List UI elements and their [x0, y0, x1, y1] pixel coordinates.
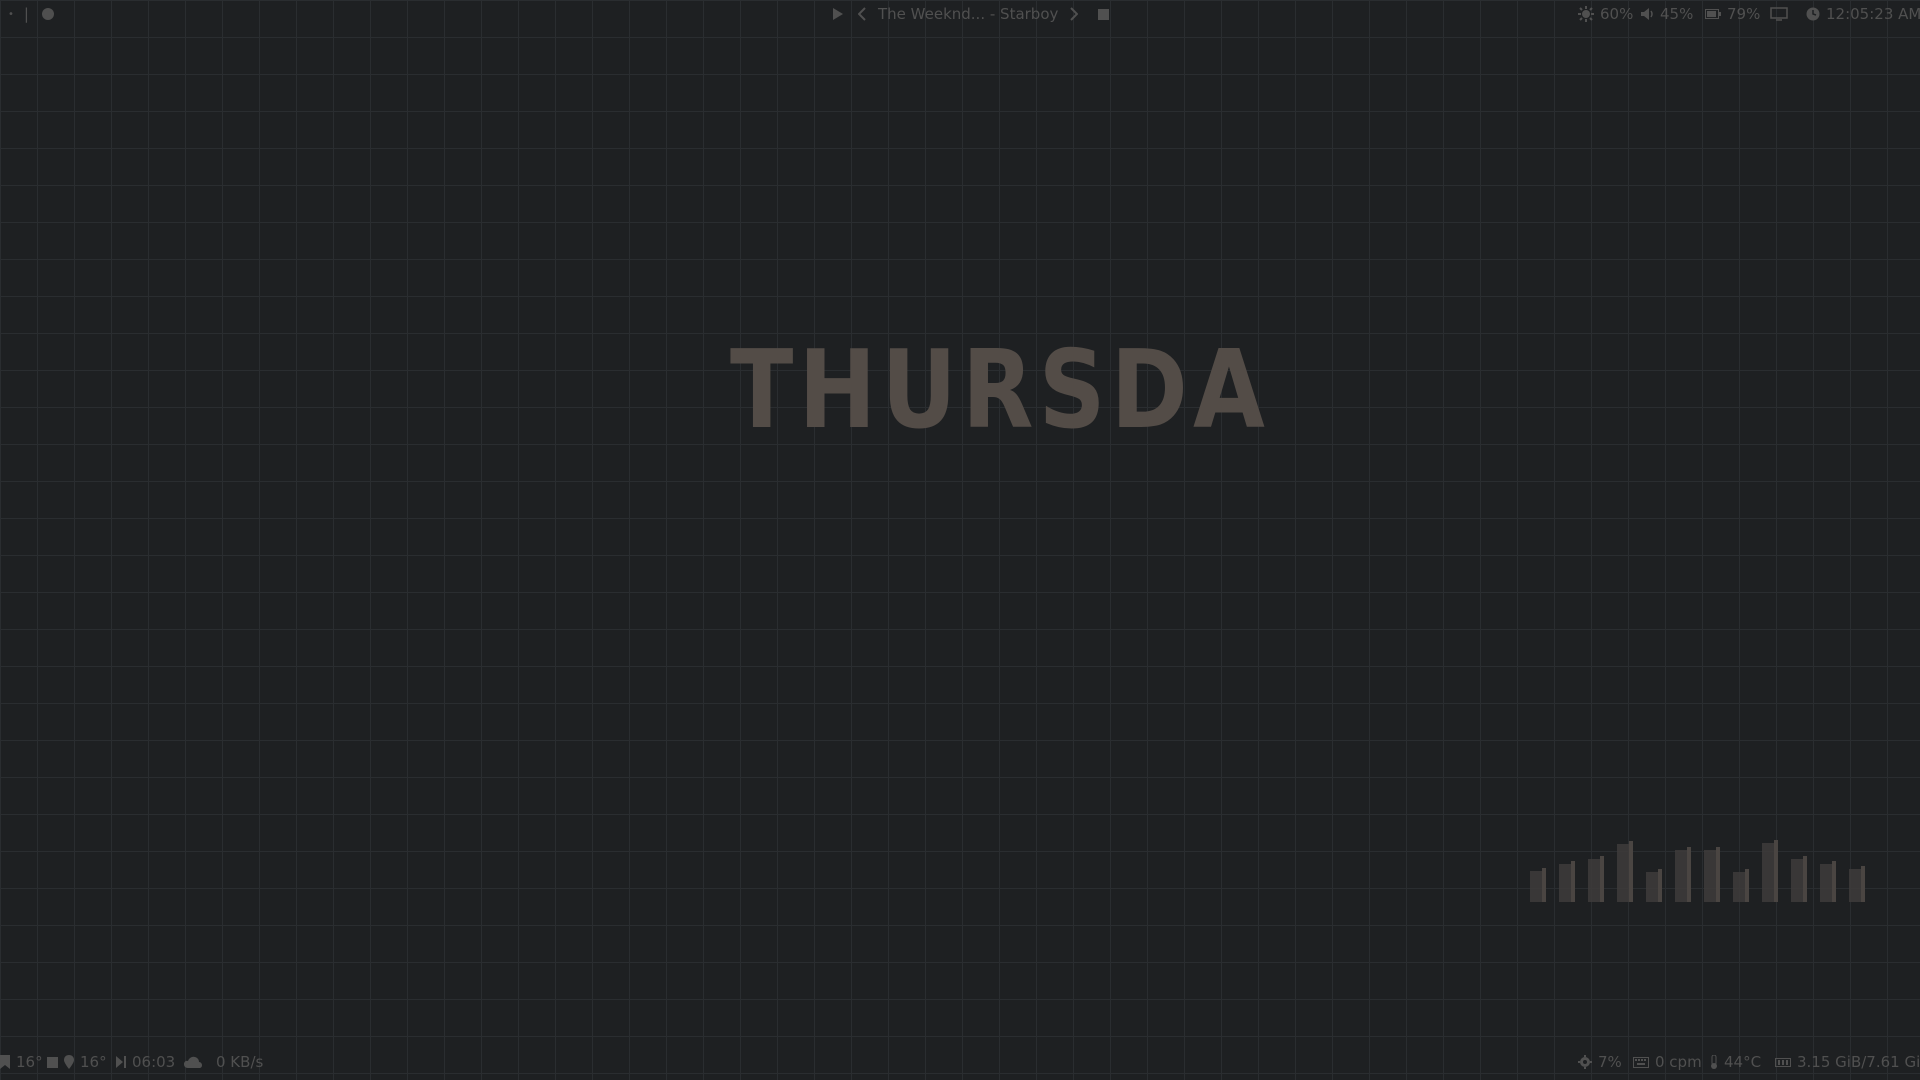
- visualizer-bar: [1675, 847, 1691, 902]
- cpu-temperature: 44°C: [1710, 1048, 1761, 1076]
- play-icon[interactable]: [832, 7, 844, 21]
- workspace-dot-icon[interactable]: [41, 7, 55, 21]
- battery-indicator[interactable]: 79%: [1705, 0, 1760, 28]
- skip-icon: [116, 1056, 126, 1068]
- visualizer-bar: [1791, 856, 1807, 902]
- keystroke-value: 0 cpm: [1655, 1053, 1702, 1071]
- battery-icon: [1705, 9, 1721, 19]
- location-pin-icon: [64, 1055, 74, 1069]
- visualizer-bar: [1733, 869, 1749, 902]
- audio-visualizer: [1530, 826, 1880, 902]
- media-player: The Weeknd... - Starboy: [832, 0, 1110, 28]
- time-remaining: 06:03: [132, 1053, 176, 1071]
- cpu-gear-icon: [1578, 1055, 1592, 1069]
- cpu-temp-value: 44°C: [1724, 1053, 1762, 1071]
- stop-icon[interactable]: [1098, 8, 1110, 20]
- workspace-marker: •: [8, 8, 14, 20]
- day-logo: THURSDA: [730, 328, 1275, 453]
- chevron-right-icon[interactable]: [1070, 7, 1079, 21]
- visualizer-bar: [1530, 868, 1546, 902]
- cpu-usage: 7%: [1578, 1048, 1622, 1076]
- visualizer-bar: [1762, 840, 1778, 902]
- speaker-icon: [1640, 7, 1654, 21]
- clock[interactable]: 12:05:23 AM: [1806, 0, 1920, 28]
- day-logo-graphic: THURSDA: [730, 328, 1270, 453]
- bookmark-icon: [0, 1055, 10, 1069]
- chevron-left-icon[interactable]: [858, 7, 866, 21]
- playback-time: 06:03: [116, 1048, 175, 1076]
- brightness-value: 60%: [1600, 5, 1634, 23]
- memory-chip-icon: [1775, 1057, 1791, 1068]
- memory-value: 3.15 GiB/7.61 GiB: [1797, 1053, 1920, 1071]
- temp-1-value: 16°: [16, 1053, 43, 1071]
- keystroke-rate: 0 cpm: [1633, 1048, 1702, 1076]
- brightness-icon: [1578, 6, 1594, 22]
- cloud-icon: [184, 1056, 202, 1068]
- track-title[interactable]: The Weeknd... - Starboy: [878, 5, 1058, 23]
- visualizer-bars: [1530, 840, 1865, 902]
- workspace-divider: |: [23, 5, 29, 23]
- clock-time: 12:05:23 AM: [1826, 5, 1920, 23]
- battery-value: 79%: [1727, 5, 1761, 23]
- brightness-indicator[interactable]: 60%: [1578, 0, 1633, 28]
- monitor-icon[interactable]: [1770, 7, 1788, 21]
- top-bar: • | The Weeknd... - Starboy 60% 45% 79% …: [0, 0, 1920, 28]
- visualizer-bar: [1588, 856, 1604, 902]
- network-value: 0 KB/s: [216, 1053, 264, 1071]
- visualizer-bar: [1820, 861, 1836, 902]
- clock-icon: [1806, 7, 1820, 21]
- weather-temp-1: 16°: [0, 1048, 43, 1076]
- visualizer-bar: [1704, 847, 1720, 902]
- thermometer-icon: [1710, 1055, 1718, 1069]
- volume-indicator[interactable]: 45%: [1640, 0, 1693, 28]
- visualizer-bar: [1849, 866, 1865, 902]
- workspace-indicator[interactable]: • |: [8, 0, 55, 28]
- temp-2-value: 16°: [80, 1053, 107, 1071]
- cpu-value: 7%: [1598, 1053, 1622, 1071]
- square-icon: [47, 1056, 58, 1068]
- day-logo-text: THURSDA: [730, 345, 1270, 435]
- desktop: • | The Weeknd... - Starboy 60% 45% 79% …: [0, 0, 1920, 1080]
- network-speed: 0 KB/s: [184, 1048, 263, 1076]
- bottom-bar: 16° 16° 06:03 0 KB/s 7% 0 cpm 44°C 3.15 …: [0, 1048, 1920, 1078]
- keyboard-icon: [1633, 1056, 1649, 1068]
- memory-usage: 3.15 GiB/7.61 GiB: [1775, 1048, 1920, 1076]
- visualizer-bar: [1617, 841, 1633, 902]
- weather-temp-2: 16°: [47, 1048, 107, 1076]
- display-indicator[interactable]: [1770, 0, 1788, 28]
- volume-value: 45%: [1660, 5, 1694, 23]
- visualizer-bar: [1646, 869, 1662, 902]
- visualizer-bar: [1559, 861, 1575, 902]
